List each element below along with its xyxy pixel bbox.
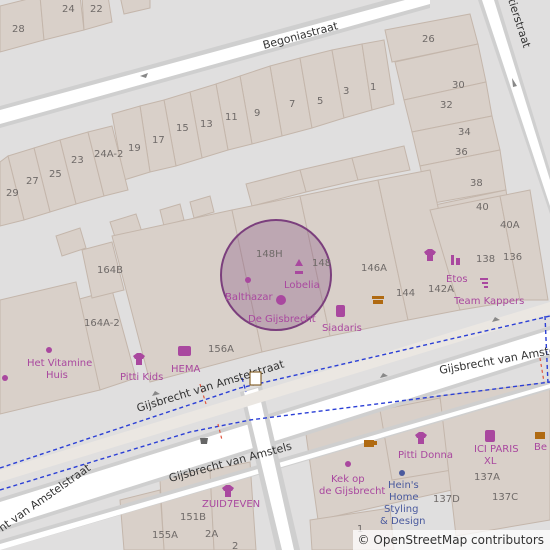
- cosmetics-icon: [485, 430, 495, 442]
- poi-dot-icon: [245, 277, 251, 283]
- house-number: 9: [254, 108, 260, 119]
- poi-dot-icon: [399, 470, 405, 476]
- map-view[interactable]: Begoniastraat tierstraat Gijsbrecht van …: [0, 0, 550, 550]
- house-number: 27: [26, 176, 39, 187]
- poi-label-design: & Design: [380, 516, 426, 527]
- poi-label-pitti-kids: Pitti Kids: [120, 372, 163, 383]
- map-attribution: © OpenStreetMap contributors: [352, 530, 550, 550]
- house-number: 24: [62, 4, 75, 15]
- house-number: 148H: [256, 249, 283, 260]
- chemist-icon: [451, 255, 454, 265]
- poi-label-pitti-donna: Pitti Donna: [398, 450, 453, 461]
- poi-label-kek-op: Kek op: [331, 474, 365, 485]
- poi-label-heins: Hein's: [388, 480, 419, 491]
- house-number: 137A: [474, 472, 500, 483]
- house-number: 26: [422, 34, 435, 45]
- house-number: 38: [470, 178, 483, 189]
- house-number: 32: [440, 100, 453, 111]
- poi-label-huis: Huis: [46, 370, 68, 381]
- house-number: 28: [12, 24, 25, 35]
- copyright-symbol: ©: [357, 533, 370, 547]
- house-number: 25: [49, 169, 62, 180]
- house-number: 36: [455, 147, 468, 158]
- waste-basket-icon: [200, 438, 208, 444]
- bookmark-icon: [249, 371, 262, 386]
- poi-label-de-gijsbrecht: De Gijsbrecht: [248, 314, 316, 325]
- poi-dot-icon: [345, 461, 351, 467]
- house-number: 19: [128, 143, 141, 154]
- house-number: 5: [317, 96, 323, 107]
- poi-label-home: Home: [389, 492, 419, 503]
- poi-label-lobelia: Lobelia: [284, 280, 320, 291]
- house-number: 34: [458, 127, 471, 138]
- attribution-link[interactable]: OpenStreetMap contributors: [373, 533, 544, 547]
- house-number: 2: [232, 541, 238, 550]
- house-number: 40: [476, 202, 489, 213]
- house-number: 17: [152, 135, 165, 146]
- house-number: 30: [452, 80, 465, 91]
- house-number: 40A: [500, 220, 520, 231]
- map-canvas[interactable]: Begoniastraat tierstraat Gijsbrecht van …: [0, 0, 550, 550]
- house-number: 7: [289, 99, 295, 110]
- house-number: 3: [343, 86, 349, 97]
- house-number: 1: [370, 82, 376, 93]
- house-number: 164A-2: [84, 318, 120, 329]
- house-number: 156A: [208, 344, 234, 355]
- house-number: 11: [225, 112, 238, 123]
- house-number: 142A: [428, 284, 454, 295]
- poi-label-etos: Etos: [446, 274, 468, 285]
- gift-icon: [276, 295, 286, 305]
- house-number: 22: [90, 4, 103, 15]
- house-number: 146A: [361, 263, 387, 274]
- poi-label-ici-paris: ICI PARIS: [474, 444, 519, 455]
- poi-label-team-kappers: Team Kappers: [453, 296, 524, 307]
- cafe-icon: [535, 432, 545, 439]
- house-number: 13: [200, 119, 213, 130]
- department-store-icon: [178, 346, 191, 356]
- poi-label-styling: Styling: [384, 504, 418, 515]
- poi-dot-icon: [2, 375, 8, 381]
- cosmetics-icon: [336, 305, 345, 317]
- house-number: 29: [6, 188, 19, 199]
- poi-label-de-gijsbrecht-2: de Gijsbrecht: [319, 486, 385, 497]
- house-number: 136: [503, 252, 522, 263]
- house-number: 137C: [492, 492, 518, 503]
- poi-label-hema: HEMA: [171, 364, 200, 375]
- poi-label-zuid7even: ZUID7EVEN: [202, 499, 260, 510]
- poi-label-be: Be: [534, 442, 547, 453]
- house-number: 24A-2: [94, 149, 123, 160]
- poi-label-het-vitamine: Het Vitamine: [27, 358, 92, 369]
- poi-dot-icon: [46, 347, 52, 353]
- poi-label-ici-paris-xl: XL: [484, 456, 497, 467]
- house-number: 151B: [180, 512, 206, 523]
- house-number: 2A: [205, 529, 218, 540]
- poi-label-siadaris: Siadaris: [322, 323, 362, 334]
- house-number: 164B: [97, 265, 123, 276]
- house-number: 15: [176, 123, 189, 134]
- house-number: 23: [71, 155, 84, 166]
- house-number: 148: [312, 258, 331, 269]
- house-number: 144: [396, 288, 415, 299]
- house-number: 138: [476, 254, 495, 265]
- poi-label-balthazar: Balthazar: [225, 292, 274, 303]
- house-number: 155A: [152, 530, 178, 541]
- fast-food-icon: [372, 296, 384, 304]
- house-number: 137D: [433, 494, 460, 505]
